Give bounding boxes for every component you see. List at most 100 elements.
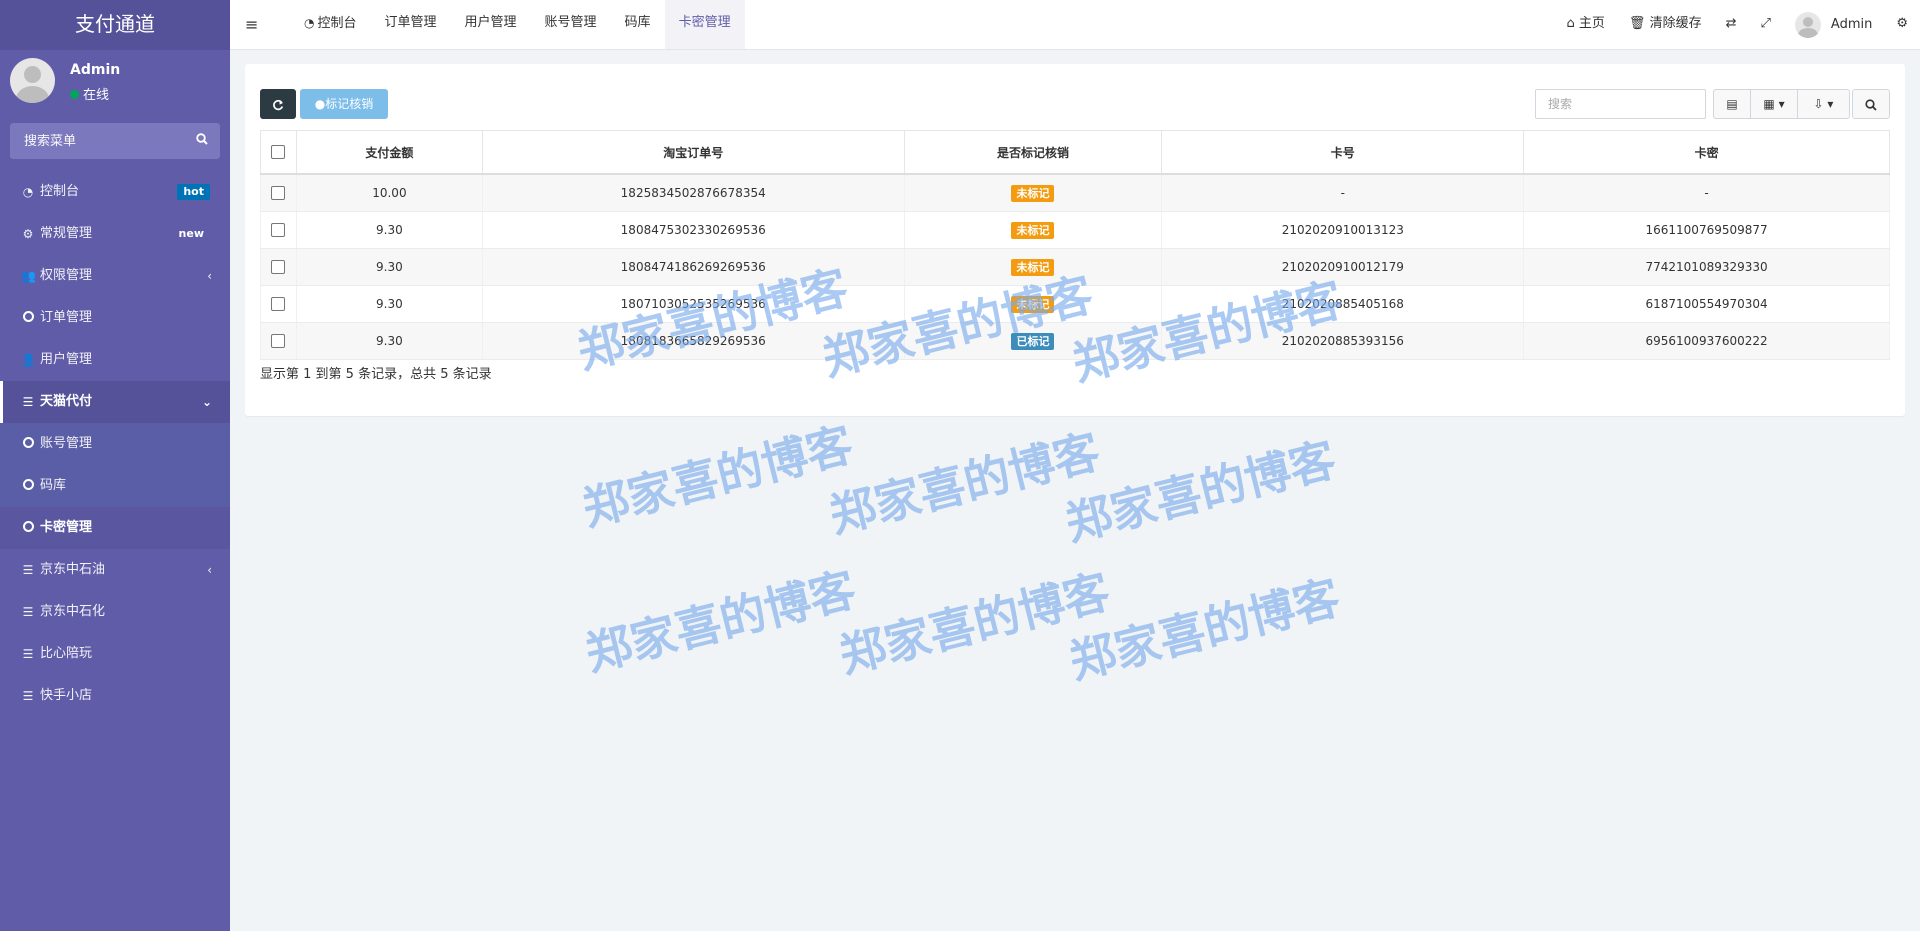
user-panel: Admin 在线 <box>0 50 230 122</box>
circle-icon <box>21 507 35 549</box>
clear-cache-label: 清除缓存 <box>1649 16 1702 31</box>
order-cell: 1807103052535269536 <box>481 285 905 323</box>
clear-cache-button[interactable]: 🗑 清除缓存 <box>1617 0 1714 49</box>
table-search-input[interactable] <box>1535 89 1706 119</box>
tab-label: 码库 <box>624 15 651 30</box>
sidebar-item-orders[interactable]: 订单管理 <box>0 297 230 339</box>
watermark: 郑家喜的博客 <box>834 563 1116 684</box>
sidebar-item-label: 权限管理 <box>40 268 93 283</box>
search-icon[interactable] <box>196 133 208 149</box>
table-row[interactable]: 9.30 1807103052535269536 未标记 21020208854… <box>260 285 1890 323</box>
amount-cell: 9.30 <box>295 211 483 249</box>
advanced-search-button[interactable] <box>1852 89 1890 119</box>
sidebar-item-bixin[interactable]: ☰ 比心陪玩 <box>0 633 230 675</box>
circle-icon: ● <box>314 97 326 111</box>
table-row[interactable]: 10.00 1825834502876678354 未标记 - - <box>260 174 1890 212</box>
card-number-cell: 2102020885405168 <box>1161 285 1525 323</box>
row-checkbox[interactable] <box>271 334 286 349</box>
refresh-button[interactable] <box>260 89 296 119</box>
watermark: 郑家喜的博客 <box>824 423 1106 544</box>
table-row[interactable]: 9.30 1808475302330269536 未标记 21020209100… <box>260 211 1890 249</box>
tab-accounts[interactable]: 账号管理 <box>531 0 611 49</box>
tab-dashboard[interactable]: ◔ 控制台 <box>290 0 371 49</box>
sidebar-item-tmall[interactable]: ☰ 天猫代付 ⌄ <box>0 381 230 423</box>
sidebar-item-label: 快手小店 <box>40 688 93 703</box>
home-link[interactable]: ⌂ 主页 <box>1555 0 1617 49</box>
card-secret-cell: 7742101089329330 <box>1523 248 1890 286</box>
sidebar-item-jd-petrochina[interactable]: ☰ 京东中石油 ‹ <box>0 549 230 591</box>
order-cell: 1808474186269269536 <box>481 248 905 286</box>
avatar <box>10 58 55 103</box>
card-number-cell: 2102020910013123 <box>1161 211 1525 249</box>
tab-orders[interactable]: 订单管理 <box>371 0 451 49</box>
circle-icon <box>21 465 35 507</box>
content-panel: ●标记核销 ▤ ▦ ▾ ⇩ ▾ 支付金额 淘宝订单号 是否标记核销 卡号 卡密 … <box>245 64 1905 416</box>
status-cell: 未标记 <box>903 285 1163 323</box>
list-icon: ☰ <box>22 647 34 661</box>
column-header[interactable]: 淘宝订单号 <box>481 130 905 175</box>
user-menu[interactable]: Admin <box>1783 0 1884 49</box>
new-badge: new <box>178 227 204 240</box>
sidebar-item-dashboard[interactable]: ◔ 控制台 hot <box>0 171 230 213</box>
row-checkbox[interactable] <box>271 186 286 201</box>
app-logo[interactable]: 支付通道 <box>0 0 230 50</box>
sidebar-menu: ◔ 控制台 hot ⚙ 常规管理 new 👥 权限管理 ‹ 订单管理 👤 用户管理 ☰ 天猫代付… <box>0 171 230 717</box>
mark-verified-label: 标记核销 <box>325 97 374 111</box>
tab-bar: ◔ 控制台 订单管理 用户管理 账号管理 码库 卡密管理 <box>290 0 745 49</box>
row-checkbox[interactable] <box>271 297 286 312</box>
cogs-icon: ⚙ <box>1896 16 1908 31</box>
columns-button[interactable]: ▦ ▾ <box>1750 89 1798 119</box>
sidebar-item-jd-sinopec[interactable]: ☰ 京东中石化 <box>0 591 230 633</box>
list-icon: ☰ <box>22 605 34 619</box>
hot-badge: hot <box>177 184 210 200</box>
list-icon: ☰ <box>22 563 34 577</box>
card-secret-cell: 6956100937600222 <box>1523 322 1890 360</box>
order-cell: 1808183665829269536 <box>481 322 905 360</box>
table-header-row: 支付金额 淘宝订单号 是否标记核销 卡号 卡密 <box>260 130 1890 175</box>
select-all-cell <box>260 130 297 175</box>
card-number-cell: - <box>1161 174 1525 212</box>
search-icon <box>1865 98 1877 111</box>
tab-cards[interactable]: 卡密管理 <box>664 0 745 49</box>
status-badge: 未标记 <box>1011 295 1055 313</box>
table-row[interactable]: 9.30 1808183665829269536 已标记 21020208853… <box>260 322 1890 360</box>
sidebar-item-codebase[interactable]: 码库 <box>0 465 230 507</box>
toggle-view-button[interactable]: ▤ <box>1713 89 1751 119</box>
sidebar-item-kuaishou[interactable]: ☰ 快手小店 <box>0 675 230 717</box>
trash-icon: 🗑 <box>1628 16 1646 31</box>
tab-users[interactable]: 用户管理 <box>451 0 531 49</box>
table-row[interactable]: 9.30 1808474186269269536 未标记 21020209100… <box>260 248 1890 286</box>
sidebar-item-accounts[interactable]: 账号管理 <box>0 423 230 465</box>
select-all-checkbox[interactable] <box>271 145 286 160</box>
table-icon: ▤ <box>1726 97 1738 111</box>
user-name: Admin <box>70 62 121 78</box>
sidebar-item-general[interactable]: ⚙ 常规管理 new <box>0 213 230 255</box>
chevron-left-icon: ‹ <box>207 269 212 283</box>
row-checkbox[interactable] <box>271 223 286 238</box>
column-header[interactable]: 支付金额 <box>295 130 483 175</box>
cogs-icon: ⚙ <box>22 227 34 241</box>
column-header[interactable]: 是否标记核销 <box>903 130 1163 175</box>
home-icon: ⌂ <box>1566 16 1575 31</box>
settings-button[interactable]: ⚙ <box>1884 0 1920 49</box>
column-header[interactable]: 卡密 <box>1523 130 1890 175</box>
export-button[interactable]: ⇩ ▾ <box>1797 89 1850 119</box>
topbar-right: ⌂ 主页 🗑 清除缓存 ⇄ ⤢ Admin ⚙ <box>1555 0 1920 49</box>
menu-search-input[interactable] <box>10 123 180 159</box>
chevron-left-icon: ‹ <box>207 563 212 577</box>
column-header[interactable]: 卡号 <box>1161 130 1525 175</box>
menu-toggle-icon[interactable]: ≡ <box>245 15 258 34</box>
translate-button[interactable]: ⇄ <box>1714 0 1749 49</box>
tab-codebase[interactable]: 码库 <box>611 0 665 49</box>
mark-verified-button[interactable]: ●标记核销 <box>300 89 388 119</box>
row-checkbox[interactable] <box>271 260 286 275</box>
fullscreen-button[interactable]: ⤢ <box>1749 0 1783 49</box>
sidebar-item-cards[interactable]: 卡密管理 <box>0 507 230 549</box>
sidebar-item-users[interactable]: 👤 用户管理 <box>0 339 230 381</box>
row-select-cell <box>260 322 297 360</box>
sidebar-item-label: 卡密管理 <box>40 520 93 535</box>
sidebar-item-permissions[interactable]: 👥 权限管理 ‹ <box>0 255 230 297</box>
export-icon: ⇩ <box>1813 97 1824 111</box>
columns-icon: ▦ <box>1763 97 1775 111</box>
list-icon: ☰ <box>22 395 34 409</box>
